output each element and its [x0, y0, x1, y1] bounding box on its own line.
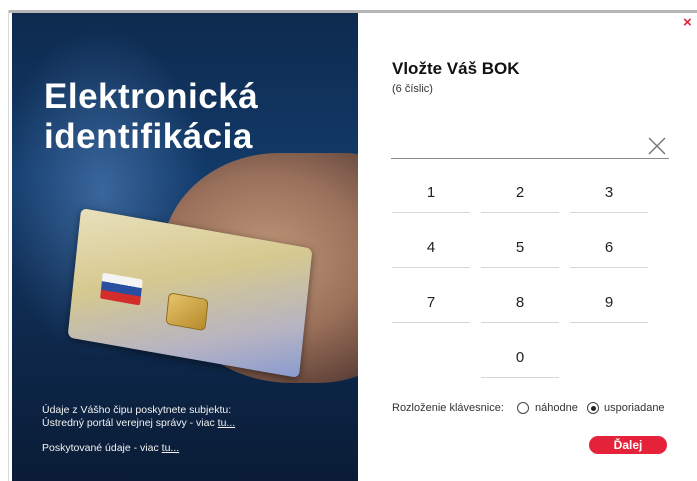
next-button[interactable]: Ďalej	[589, 436, 667, 454]
hero-title-line2: identifikácia	[44, 117, 253, 156]
layout-ordered-radio[interactable]	[587, 402, 599, 414]
layout-random-label[interactable]: náhodne	[535, 402, 578, 414]
hero-title: Elektronická identifikácia	[44, 77, 344, 157]
key-4[interactable]: 4	[392, 229, 470, 268]
clear-icon[interactable]	[646, 135, 668, 157]
portal-more-link[interactable]: tu...	[218, 417, 236, 429]
key-2[interactable]: 2	[481, 174, 559, 213]
key-6[interactable]: 6	[570, 229, 648, 268]
hero-info: Údaje z Vášho čipu poskytnete subjektu: …	[42, 404, 235, 430]
key-3[interactable]: 3	[570, 174, 648, 213]
key-1[interactable]: 1	[392, 174, 470, 213]
layout-ordered-label[interactable]: usporiadane	[604, 402, 665, 414]
hero-info-line2: Ústredný portál verejnej správy - viac t…	[42, 417, 235, 430]
card-emblem	[100, 272, 143, 306]
layout-random-radio[interactable]	[517, 402, 529, 414]
hero-info-prefix: Ústredný portál verejnej správy - viac	[42, 417, 215, 429]
pin-input[interactable]	[391, 134, 669, 159]
window-left-border	[0, 10, 9, 481]
hero-provided-prefix: Poskytované údaje - viac	[42, 442, 159, 454]
card-chip	[165, 292, 209, 332]
hero-info-line1: Údaje z Vášho čipu poskytnete subjektu:	[42, 404, 232, 416]
key-8[interactable]: 8	[481, 284, 559, 323]
key-0[interactable]: 0	[481, 339, 559, 378]
page-title: Vložte Váš BOK	[392, 59, 520, 78]
hero-panel: Elektronická identifikácia Údaje z Vášho…	[12, 13, 358, 481]
provided-data-link[interactable]: tu...	[162, 442, 180, 454]
key-7[interactable]: 7	[392, 284, 470, 323]
key-5[interactable]: 5	[481, 229, 559, 268]
hero-title-line1: Elektronická	[44, 77, 259, 116]
close-icon[interactable]: ×	[683, 15, 697, 30]
keyboard-layout-label: Rozloženie klávesnice:	[392, 402, 504, 414]
key-9[interactable]: 9	[570, 284, 648, 323]
page-subtitle: (6 číslic)	[392, 83, 433, 95]
hero-provided: Poskytované údaje - viac tu...	[42, 442, 179, 455]
